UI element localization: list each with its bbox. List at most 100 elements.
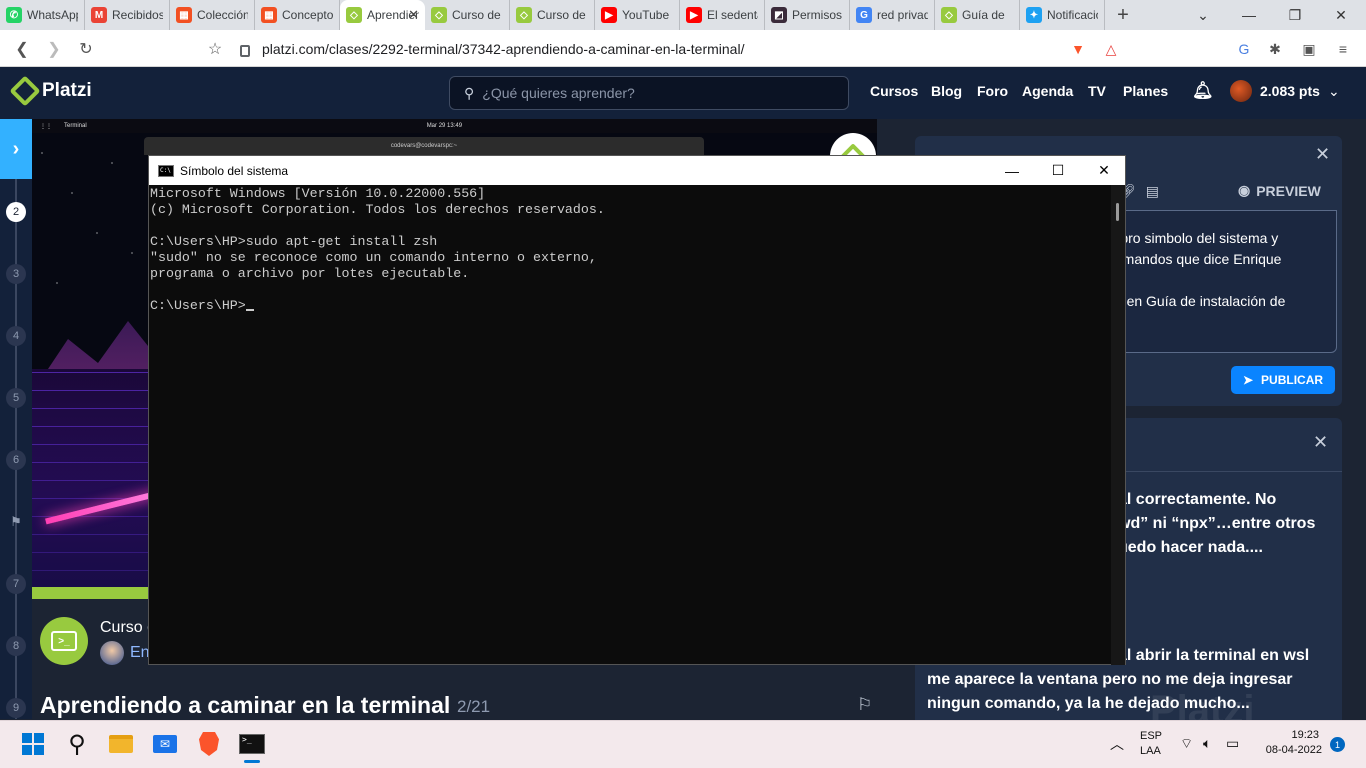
brave-shields-icon[interactable]: ▼ xyxy=(1067,38,1089,60)
close-icon[interactable]: ✕ xyxy=(1315,144,1330,165)
close-icon[interactable]: ✕ xyxy=(1313,432,1328,453)
text-cursor xyxy=(245,309,254,311)
platzi-logo[interactable]: Platzi xyxy=(9,75,92,107)
platzi-icon: ◇ xyxy=(431,7,447,23)
cmd-scrollbar[interactable] xyxy=(1111,185,1125,665)
browser-tab[interactable]: ◇ Curso de xyxy=(425,0,510,30)
back-icon[interactable]: ❮ xyxy=(9,36,35,62)
clock[interactable]: 19:23 08-04-2022 xyxy=(1260,729,1322,756)
video-os-apps-icon: ⋮⋮ xyxy=(40,123,52,130)
publish-button[interactable]: ➤ PUBLICAR xyxy=(1231,366,1335,394)
cmd-scrollbar-thumb[interactable] xyxy=(1116,203,1119,221)
start-button[interactable] xyxy=(17,728,49,760)
nav-foro[interactable]: Foro xyxy=(977,83,1008,99)
browser-tab[interactable]: ▶ YouTube xyxy=(595,0,680,30)
notification-badge[interactable]: 1 xyxy=(1330,737,1345,752)
nav-tv[interactable]: TV xyxy=(1088,83,1106,99)
brave-browser-icon[interactable] xyxy=(193,728,225,760)
rail-step[interactable]: 7 xyxy=(6,574,26,594)
platzi-logo-icon xyxy=(9,75,41,107)
cmd-close-button[interactable]: ✕ xyxy=(1081,156,1127,185)
browser-tab[interactable]: M Recibidos xyxy=(85,0,170,30)
rail-step[interactable]: 9 xyxy=(6,698,26,718)
close-tab-icon[interactable]: ✕ xyxy=(408,7,419,23)
chevron-up-icon[interactable]: ︿ xyxy=(1110,734,1124,754)
console-line: programa o archivo por lotes ejecutable. xyxy=(150,266,470,281)
site-icon: ◩ xyxy=(771,7,787,23)
cmd-console[interactable]: Microsoft Windows [Versión 10.0.22000.55… xyxy=(149,185,1109,665)
tab-search-chevron-icon[interactable]: ⌄ xyxy=(1180,0,1226,30)
terminal-taskbar-icon[interactable]: >_ xyxy=(236,728,268,760)
url-field[interactable]: platzi.com/clases/2292-terminal/37342-ap… xyxy=(240,35,1060,62)
flag-icon[interactable]: ⚑ xyxy=(6,512,26,532)
reload-icon[interactable]: ↻ xyxy=(73,36,99,62)
publish-label: PUBLICAR xyxy=(1261,373,1324,387)
bookmark-icon[interactable]: ☆ xyxy=(202,36,228,62)
browser-tab[interactable]: ▦ Concepto xyxy=(255,0,340,30)
preview-toggle[interactable]: ◉ PREVIEW xyxy=(1238,182,1321,199)
command-prompt-window[interactable]: C:\ Símbolo del sistema — ☐ ✕ Microsoft … xyxy=(148,155,1126,665)
wallet-icon[interactable]: ▣ xyxy=(1298,38,1320,60)
cmd-minimize-button[interactable]: — xyxy=(989,156,1035,185)
forward-icon[interactable]: ❯ xyxy=(41,36,67,62)
url-text: platzi.com/clases/2292-terminal/37342-ap… xyxy=(262,40,745,57)
rail-step[interactable]: 4 xyxy=(6,326,26,346)
user-points-menu[interactable]: 2.083 pts ⌄ xyxy=(1230,80,1340,102)
active-app-indicator xyxy=(244,760,260,763)
new-tab-button[interactable]: + xyxy=(1105,0,1141,30)
browser-tab[interactable]: ◇ Curso de xyxy=(510,0,595,30)
report-flag-icon[interactable]: ⚐ xyxy=(857,695,877,715)
terminal-icon: >_ xyxy=(51,631,77,651)
translate-icon[interactable]: G xyxy=(1233,38,1255,60)
browser-tab[interactable]: ▦ Colección xyxy=(170,0,255,30)
rail-step[interactable]: 3 xyxy=(6,264,26,284)
video-os-app-label: Terminal xyxy=(64,123,87,129)
open-sidebar-button[interactable]: › xyxy=(0,119,32,179)
volume-icon[interactable]: 🔈︎ xyxy=(1203,735,1211,752)
course-badge[interactable]: >_ xyxy=(40,617,88,665)
rail-step[interactable]: 2 xyxy=(6,202,26,222)
file-icon[interactable]: ▤ xyxy=(1146,183,1159,200)
battery-icon[interactable]: ▭ xyxy=(1226,735,1239,752)
browser-tab[interactable]: ▶ El sedentario xyxy=(680,0,765,30)
browser-tab[interactable]: ◩ Permisos xyxy=(765,0,850,30)
rail-step[interactable]: 6 xyxy=(6,450,26,470)
minimize-window-button[interactable]: — xyxy=(1226,0,1272,30)
close-window-button[interactable]: ✕ xyxy=(1318,0,1364,30)
tab-title: El sedentario xyxy=(707,8,758,22)
keyboard-layout: LAA xyxy=(1140,745,1161,757)
file-explorer-icon[interactable] xyxy=(105,728,137,760)
rail-step[interactable]: 8 xyxy=(6,636,26,656)
mail-icon[interactable]: ✉ xyxy=(149,728,181,760)
question-text: wd” ni “npx”…entre otros xyxy=(1118,515,1316,532)
nav-planes[interactable]: Planes xyxy=(1123,83,1168,99)
nav-blog[interactable]: Blog xyxy=(931,83,962,99)
extensions-icon[interactable]: ✱ xyxy=(1264,38,1286,60)
nav-cursos[interactable]: Cursos xyxy=(870,83,918,99)
search-icon[interactable]: ⚲ xyxy=(61,728,93,760)
browser-tab[interactable]: ✦ Notificaciones xyxy=(1020,0,1105,30)
platzi-icon: ◇ xyxy=(346,7,362,23)
console-line: Microsoft Windows [Versión 10.0.22000.55… xyxy=(150,186,486,201)
browser-tab[interactable]: ◇Aprendiendo✕ xyxy=(340,0,425,30)
console-line: C:\Users\HP>sudo apt-get install zsh xyxy=(150,234,438,249)
cmd-titlebar[interactable]: C:\ Símbolo del sistema — ☐ ✕ xyxy=(149,156,1125,185)
tab-title: Notificaciones xyxy=(1047,8,1098,22)
rail-step[interactable]: 5 xyxy=(6,388,26,408)
bell-icon[interactable]: 🔔︎ xyxy=(1192,81,1214,101)
teacher-avatar xyxy=(100,641,124,665)
teacher[interactable]: En xyxy=(100,641,150,665)
points-label: 2.083 pts xyxy=(1260,83,1320,99)
browser-tab[interactable]: Gred privada xyxy=(850,0,935,30)
brave-rewards-icon[interactable]: △ xyxy=(1100,38,1122,60)
browser-tab[interactable]: ✆ WhatsApp xyxy=(0,0,85,30)
wifi-icon[interactable]: ⌔ xyxy=(1180,735,1193,753)
nav-agenda[interactable]: Agenda xyxy=(1022,83,1073,99)
cmd-maximize-button[interactable]: ☐ xyxy=(1035,156,1081,185)
search-input[interactable]: ⚲ ¿Qué quieres aprender? xyxy=(449,76,849,110)
restore-window-button[interactable]: ❐ xyxy=(1272,0,1318,30)
menu-icon[interactable]: ≡ xyxy=(1332,38,1354,60)
language-indicator[interactable]: ESP LAA xyxy=(1140,730,1162,757)
browser-tab[interactable]: ◇ Guía de xyxy=(935,0,1020,30)
